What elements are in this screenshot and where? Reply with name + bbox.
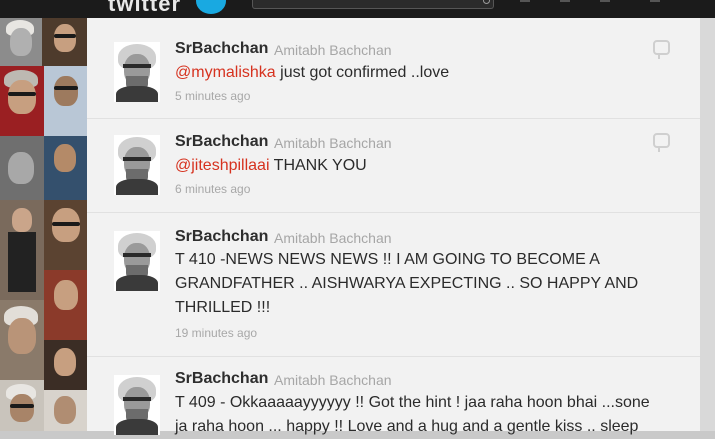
collage-photo (44, 340, 87, 390)
tweet-item[interactable]: SrBachchan Amitabh Bachchan T 410 -NEWS … (87, 213, 700, 357)
collage-photo (44, 136, 87, 200)
search-input[interactable] (252, 0, 494, 9)
collage-photo (44, 200, 87, 270)
tweet-item[interactable]: SrBachchan Amitabh Bachchan @jiteshpilla… (87, 119, 700, 213)
collage-photo (44, 66, 87, 136)
tweet-timestamp[interactable]: 5 minutes ago (175, 89, 250, 103)
tweet-line: T 410 -NEWS NEWS NEWS !! I AM GOING TO B… (175, 251, 600, 268)
reply-icon[interactable] (653, 133, 670, 152)
mention-link[interactable]: @mymalishka (175, 64, 276, 81)
tweet-line: T 409 - Okkaaaaayyyyyy !! Got the hint !… (175, 394, 650, 411)
tweet-handle[interactable]: SrBachchan (175, 228, 268, 246)
top-nav-links[interactable] (520, 0, 710, 2)
avatar[interactable] (114, 375, 160, 435)
bird-logo-icon (196, 0, 226, 14)
avatar[interactable] (114, 135, 160, 195)
tweet-text: T 410 -NEWS NEWS NEWS !! I AM GOING TO B… (175, 248, 675, 320)
collage-photo (42, 18, 87, 66)
tweet-line: ja raha hoon ... happy !! Love and a hug… (175, 418, 639, 435)
tweet-handle[interactable]: SrBachchan (175, 133, 268, 151)
tweet-text: @mymalishka just got confirmed ..love (175, 61, 675, 85)
tweet-body: just got confirmed ..love (275, 64, 450, 81)
collage-photo (44, 390, 87, 431)
tweet-item[interactable]: SrBachchan Amitabh Bachchan @mymalishka … (87, 18, 700, 119)
tweet-handle[interactable]: SrBachchan (175, 370, 268, 388)
right-margin (700, 18, 715, 431)
tweet-line: THRILLED !!! (175, 299, 271, 316)
tweet-author-name: Amitabh Bachchan (274, 135, 392, 151)
tweet-timestamp[interactable]: 6 minutes ago (175, 182, 250, 196)
tweet-text: @jiteshpillaai THANK YOU (175, 154, 675, 178)
background-photo-collage (0, 18, 87, 431)
collage-photo (44, 270, 87, 340)
avatar[interactable] (114, 42, 160, 102)
collage-photo (0, 18, 42, 66)
tweet-author-name: Amitabh Bachchan (274, 230, 392, 246)
tweet-handle[interactable]: SrBachchan (175, 40, 268, 58)
tweet-body: THANK YOU (269, 157, 367, 174)
tweet-timestamp[interactable]: 19 minutes ago (175, 326, 257, 340)
top-navigation-bar: twitter (0, 0, 715, 18)
reply-icon[interactable] (653, 40, 670, 59)
collage-photo (0, 136, 44, 200)
collage-photo (0, 380, 44, 431)
collage-photo (0, 300, 44, 380)
mention-link[interactable]: @jiteshpillaai (175, 157, 270, 174)
collage-photo (0, 66, 44, 136)
tweet-author-name: Amitabh Bachchan (274, 42, 392, 58)
search-icon[interactable] (483, 0, 490, 4)
tweet-timeline: SrBachchan Amitabh Bachchan @mymalishka … (87, 18, 700, 435)
tweet-line: GRANDFATHER .. AISHWARYA EXPECTING .. SO… (175, 275, 639, 292)
twitter-logo[interactable]: twitter (108, 0, 181, 17)
tweet-text: T 409 - Okkaaaaayyyyyy !! Got the hint !… (175, 391, 675, 439)
collage-photo (0, 200, 44, 300)
avatar[interactable] (114, 231, 160, 291)
tweet-author-name: Amitabh Bachchan (274, 372, 392, 388)
tweet-item[interactable]: SrBachchan Amitabh Bachchan T 409 - Okka… (87, 357, 700, 435)
